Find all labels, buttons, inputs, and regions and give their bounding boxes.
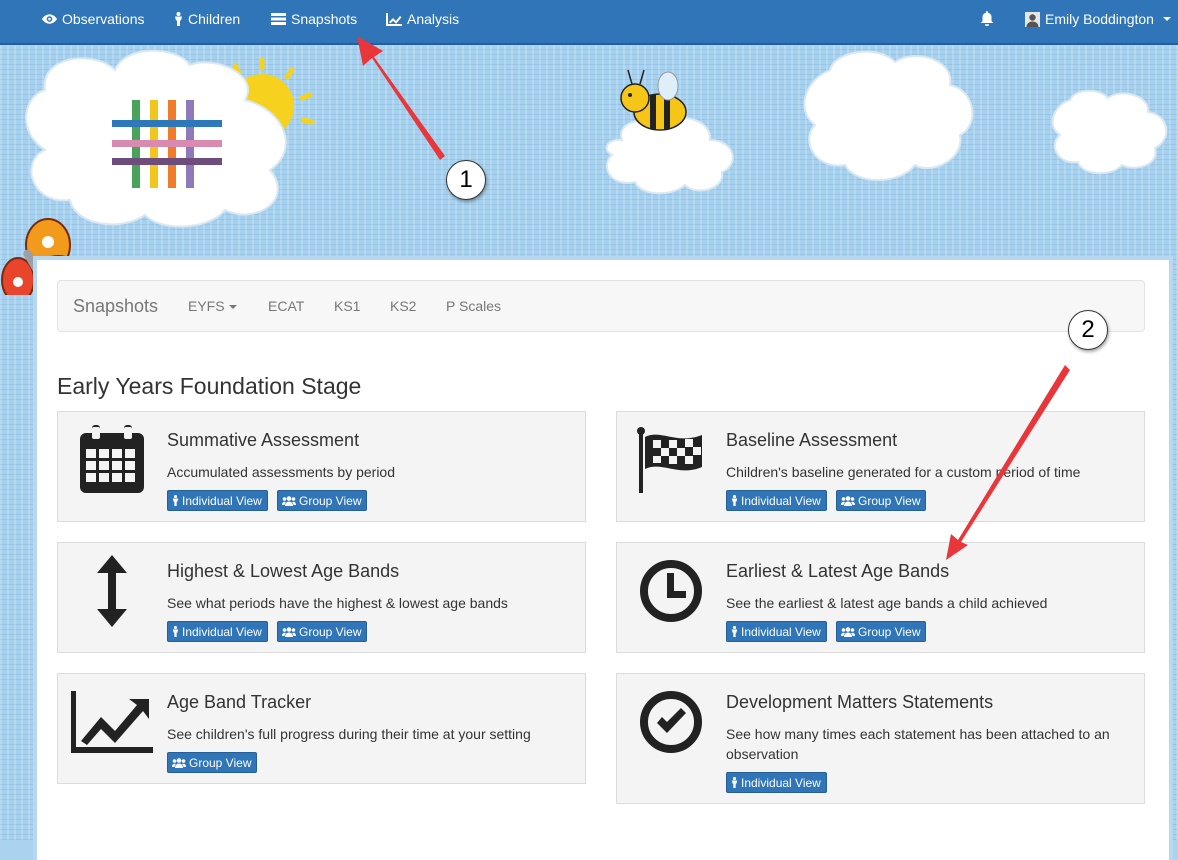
- bell-icon: [980, 11, 994, 26]
- child-icon: [731, 495, 738, 506]
- button-label: Individual View: [741, 624, 821, 639]
- card-title: Development Matters Statements: [726, 692, 994, 712]
- card-title: Earliest & Latest Age Bands: [726, 561, 950, 581]
- individual-view-button[interactable]: Individual View: [167, 621, 268, 642]
- group-icon: [841, 626, 855, 637]
- card-title: Highest & Lowest Age Bands: [167, 561, 400, 581]
- nav-analysis[interactable]: Analysis: [386, 11, 459, 27]
- card-title: Baseline Assessment: [726, 430, 898, 450]
- group-view-button[interactable]: Group View: [836, 490, 927, 511]
- card-baseline-assessment: Baseline Assessment Children's baseline …: [616, 411, 1145, 522]
- snapshots-subnav: Snapshots EYFS ECAT KS1 KS2 P Scales: [57, 280, 1145, 332]
- button-label: Individual View: [182, 624, 262, 639]
- card-description: See the earliest & latest age bands a ch…: [726, 595, 1048, 611]
- child-icon: [731, 777, 738, 788]
- subnav-brand[interactable]: Snapshots: [73, 296, 158, 317]
- individual-view-button[interactable]: Individual View: [726, 621, 827, 642]
- individual-view-button[interactable]: Individual View: [726, 772, 827, 793]
- subnav-link-p-scales[interactable]: P Scales: [446, 298, 501, 314]
- card-description: See what periods have the highest & lowe…: [167, 595, 508, 611]
- button-label: Individual View: [741, 775, 821, 790]
- user-menu[interactable]: Emily Boddington: [1025, 11, 1171, 27]
- card-description: Accumulated assessments by period: [167, 464, 395, 480]
- nav-children-label: Children: [188, 11, 241, 27]
- nav-children[interactable]: Children: [174, 11, 240, 27]
- notifications-button[interactable]: [980, 11, 994, 26]
- user-name: Emily Boddington: [1045, 11, 1154, 27]
- button-label: Group View: [189, 755, 252, 770]
- nav-analysis-label: Analysis: [407, 11, 460, 27]
- button-label: Group View: [299, 493, 362, 508]
- nav-observations[interactable]: Observations: [42, 11, 144, 27]
- check-circle-icon: [627, 682, 715, 762]
- clock-icon: [627, 551, 715, 631]
- bee-illustration: [620, 69, 687, 131]
- group-icon: [282, 626, 296, 637]
- subnav-link-eyfs[interactable]: EYFS: [188, 298, 237, 314]
- subnav-link-ks1[interactable]: KS1: [334, 298, 360, 314]
- card-description: Children's baseline generated for a cust…: [726, 464, 1081, 480]
- group-view-button[interactable]: Group View: [167, 752, 258, 773]
- group-view-button[interactable]: Group View: [277, 490, 368, 511]
- group-icon: [282, 495, 296, 506]
- vertical-arrows-icon: [68, 551, 156, 631]
- chevron-down-icon: [1162, 17, 1171, 21]
- child-icon: [731, 626, 738, 637]
- list-icon: [271, 13, 286, 25]
- button-label: Group View: [299, 624, 362, 639]
- child-icon: [172, 626, 179, 637]
- button-label: Group View: [858, 624, 921, 639]
- card-title: Summative Assessment: [167, 430, 360, 450]
- button-label: Group View: [858, 493, 921, 508]
- card-highest-lowest-age-bands: Highest & Lowest Age Bands See what peri…: [57, 542, 586, 653]
- eye-icon: [42, 14, 57, 24]
- annotation-callout-2: 2: [1068, 310, 1108, 350]
- caret-down-icon: [228, 305, 237, 310]
- group-view-button[interactable]: Group View: [277, 621, 368, 642]
- calendar-icon: [68, 420, 156, 500]
- main-panel: Snapshots EYFS ECAT KS1 KS2 P Scales Ear…: [33, 256, 1173, 860]
- individual-view-button[interactable]: Individual View: [726, 490, 827, 511]
- annotation-callout-1: 1: [446, 160, 486, 200]
- group-view-button[interactable]: Group View: [836, 621, 927, 642]
- group-icon: [841, 495, 855, 506]
- button-label: Individual View: [741, 493, 821, 508]
- card-title: Age Band Tracker: [167, 692, 312, 712]
- individual-view-button[interactable]: Individual View: [167, 490, 268, 511]
- line-chart-icon: [68, 682, 156, 762]
- subnav-link-ecat[interactable]: ECAT: [268, 298, 304, 314]
- card-description: See children's full progress during thei…: [167, 726, 531, 742]
- group-icon: [172, 757, 186, 768]
- subnav-link-eyfs-label: EYFS: [188, 298, 225, 314]
- card-development-matters-statements: Development Matters Statements See how m…: [616, 673, 1145, 804]
- checkered-flag-icon: [627, 420, 715, 500]
- child-icon: [175, 12, 182, 26]
- card-summative-assessment: Summative Assessment Accumulated assessm…: [57, 411, 586, 522]
- card-description: See how many times each statement has be…: [726, 726, 1110, 762]
- child-icon: [172, 495, 179, 506]
- nav-snapshots-label: Snapshots: [291, 11, 358, 27]
- card-earliest-latest-age-bands: Earliest & Latest Age Bands See the earl…: [616, 542, 1145, 653]
- page-title: Early Years Foundation Stage: [57, 373, 362, 399]
- button-label: Individual View: [182, 493, 262, 508]
- top-navbar: Observations Children Snapshots Analysis…: [0, 0, 1178, 45]
- card-age-band-tracker: Age Band Tracker See children's full pro…: [57, 673, 586, 784]
- subnav-link-ks2[interactable]: KS2: [390, 298, 416, 314]
- nav-observations-label: Observations: [62, 11, 145, 27]
- user-avatar-icon: [1025, 11, 1040, 27]
- nav-snapshots[interactable]: Snapshots: [271, 11, 357, 27]
- chart-line-icon: [386, 12, 402, 26]
